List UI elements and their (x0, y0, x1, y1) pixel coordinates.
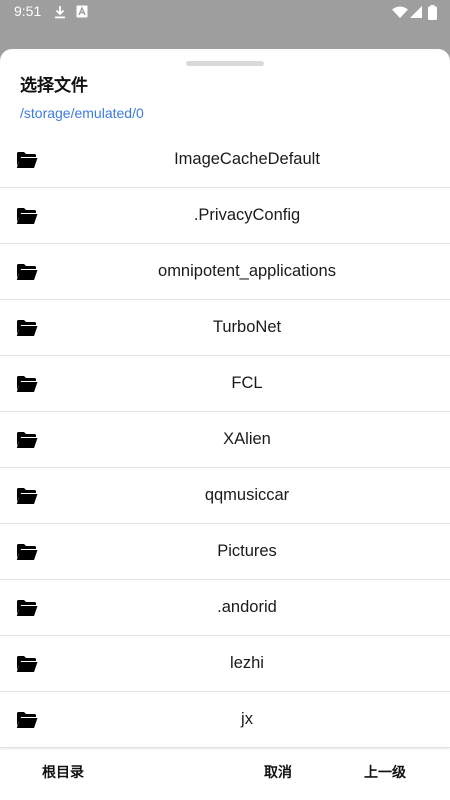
list-item[interactable]: FCL (0, 356, 450, 412)
file-name: .andorid (217, 598, 277, 616)
folder-icon (16, 152, 38, 168)
folder-icon (16, 432, 38, 448)
folder-icon (16, 712, 38, 728)
current-path-link[interactable]: /storage/emulated/0 (20, 105, 144, 121)
file-name: .PrivacyConfig (193, 206, 301, 224)
drag-handle[interactable] (186, 61, 264, 66)
list-item[interactable]: TurboNet (0, 300, 450, 356)
status-bar: 9:51 (0, 0, 450, 24)
list-item[interactable]: .andorid (0, 580, 450, 636)
wifi-icon (392, 6, 408, 18)
file-name: omnipotent_applications (158, 262, 336, 280)
folder-icon (16, 264, 38, 280)
folder-icon (16, 544, 38, 560)
file-name: TurboNet (212, 318, 282, 336)
file-name: qqmusiccar (204, 486, 290, 504)
list-item[interactable]: ImageCacheDefault (0, 132, 450, 188)
list-item[interactable]: XAlien (0, 412, 450, 468)
list-item[interactable]: lezhi (0, 636, 450, 692)
file-name: FCL (231, 374, 263, 392)
list-item[interactable]: omnipotent_applications (0, 244, 450, 300)
file-picker-sheet: 选择文件 /storage/emulated/0 ImageCacheDefau… (0, 49, 450, 800)
file-list[interactable]: ImageCacheDefault .PrivacyConfig omnipot… (0, 132, 450, 752)
folder-icon (16, 208, 38, 224)
folder-icon (16, 600, 38, 616)
parent-directory-button[interactable]: 上一级 (364, 762, 406, 782)
list-item[interactable]: jx (0, 692, 450, 748)
folder-icon (16, 320, 38, 336)
file-name: Pictures (217, 542, 277, 560)
folder-icon (16, 488, 38, 504)
list-item[interactable]: Pictures (0, 524, 450, 580)
cancel-button[interactable]: 取消 (264, 762, 292, 782)
status-time: 9:51 (14, 3, 42, 19)
a-badge-icon (76, 5, 88, 18)
list-item[interactable]: .PrivacyConfig (0, 188, 450, 244)
download-icon (55, 6, 65, 19)
file-name: jx (241, 710, 253, 728)
battery-icon (428, 5, 437, 20)
folder-icon (16, 376, 38, 392)
dialog-actions: 根目录 取消 上一级 (0, 750, 450, 800)
list-item[interactable]: qqmusiccar (0, 468, 450, 524)
file-name: ImageCacheDefault (174, 150, 320, 168)
dialog-title: 选择文件 (20, 76, 88, 96)
root-directory-button[interactable]: 根目录 (42, 762, 84, 782)
folder-icon (16, 656, 38, 672)
file-name: XAlien (223, 430, 271, 448)
file-name: lezhi (230, 654, 264, 672)
signal-icon (410, 6, 422, 18)
